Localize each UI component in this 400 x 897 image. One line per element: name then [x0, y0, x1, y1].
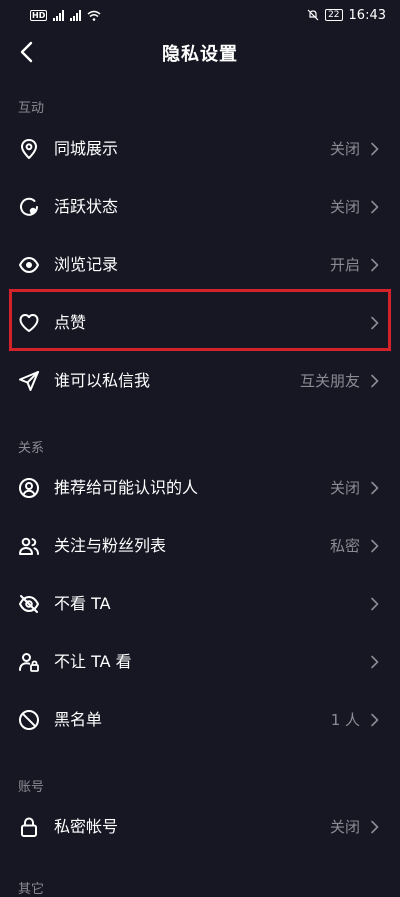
lock-icon — [18, 816, 40, 838]
row-browse-history[interactable]: 浏览记录 开启 — [0, 237, 400, 293]
status-time: 16:43 — [348, 7, 386, 23]
chevron-right-icon — [371, 200, 379, 214]
row-value: 关闭 — [329, 818, 360, 836]
row-label: 点赞 — [54, 313, 87, 332]
chevron-right-icon — [371, 597, 379, 611]
chevron-right-icon — [371, 481, 379, 495]
status-bar: HD 22 16:43 — [0, 0, 400, 30]
row-label: 关注与粉丝列表 — [54, 536, 167, 555]
chevron-right-icon — [371, 374, 379, 388]
row-value: 私密 — [329, 537, 360, 555]
section-label-interaction: 互动 — [18, 101, 45, 116]
row-follow-list[interactable]: 关注与粉丝列表 私密 — [0, 518, 400, 574]
row-blacklist[interactable]: 黑名单 1 人 — [0, 692, 400, 748]
row-value: 关闭 — [329, 198, 360, 216]
row-who-can-dm[interactable]: 谁可以私信我 互关朋友 — [0, 353, 400, 409]
eye-off-icon — [18, 593, 40, 615]
row-label: 私密帐号 — [54, 817, 119, 836]
chevron-right-icon — [371, 820, 379, 834]
row-value: 开启 — [329, 256, 360, 274]
row-label: 黑名单 — [54, 710, 103, 729]
row-same-city[interactable]: 同城展示 关闭 — [0, 121, 400, 177]
row-label: 浏览记录 — [54, 255, 119, 274]
mute-bell-icon — [307, 9, 319, 21]
signal-icon-2 — [70, 9, 82, 21]
row-value: 关闭 — [329, 140, 360, 158]
row-private-account[interactable]: 私密帐号 关闭 — [0, 799, 400, 855]
wifi-icon — [87, 10, 101, 21]
chevron-right-icon — [371, 142, 379, 156]
heart-icon — [18, 312, 40, 334]
chevron-right-icon — [371, 539, 379, 553]
row-value: 1 人 — [330, 711, 360, 729]
row-value: 互关朋友 — [299, 372, 360, 390]
location-pin-icon — [18, 138, 40, 160]
row-label: 不看 TA — [54, 594, 111, 613]
block-icon — [18, 709, 40, 731]
signal-icon — [53, 9, 65, 21]
row-label: 不让 TA 看 — [54, 652, 132, 671]
send-icon — [18, 370, 40, 392]
status-left: HD — [30, 9, 101, 21]
eye-icon — [18, 254, 40, 276]
header: 隐私设置 — [0, 30, 400, 74]
chevron-right-icon — [371, 316, 379, 330]
row-value: 关闭 — [329, 479, 360, 497]
row-label: 活跃状态 — [54, 197, 119, 216]
row-label: 推荐给可能认识的人 — [54, 478, 199, 497]
row-label: 同城展示 — [54, 139, 119, 158]
users-icon — [18, 535, 40, 557]
status-right: 22 16:43 — [307, 8, 386, 23]
battery-icon: 22 — [325, 9, 343, 21]
row-label: 谁可以私信我 — [54, 371, 151, 390]
chevron-right-icon — [371, 713, 379, 727]
active-status-icon — [18, 196, 40, 218]
section-label-relation: 关系 — [18, 441, 45, 456]
hd-icon: HD — [30, 9, 48, 21]
row-likes[interactable]: 点赞 — [0, 295, 400, 351]
chevron-right-icon — [371, 655, 379, 669]
page-title: 隐私设置 — [162, 44, 238, 65]
section-label-account: 账号 — [18, 780, 45, 795]
row-dont-see[interactable]: 不看 TA — [0, 576, 400, 632]
row-recommend[interactable]: 推荐给可能认识的人 关闭 — [0, 460, 400, 516]
user-circle-icon — [18, 477, 40, 499]
user-lock-icon — [18, 651, 40, 673]
chevron-right-icon — [371, 258, 379, 272]
row-block-see[interactable]: 不让 TA 看 — [0, 634, 400, 690]
row-active-status[interactable]: 活跃状态 关闭 — [0, 179, 400, 235]
